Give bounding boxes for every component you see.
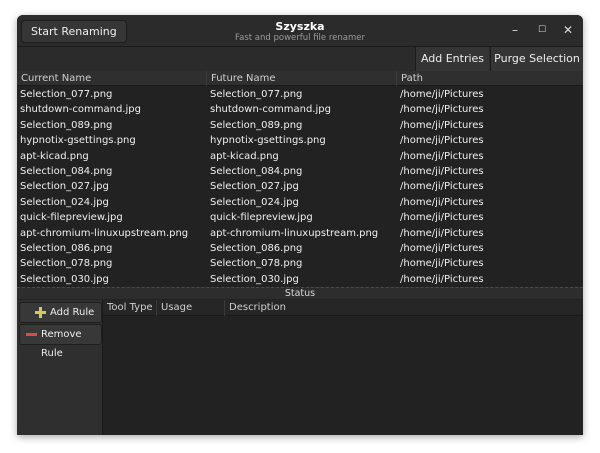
table-row[interactable]: Selection_024.jpg Selection_024.jpg/home/… [17, 195, 583, 210]
current-name-cell: Selection_030.jpg [20, 273, 109, 285]
remove-rule-button[interactable]: Remove Rule [19, 324, 102, 359]
current-name-cell: Selection_024.jpg [20, 196, 109, 208]
add-entries-button[interactable]: Add Entries [415, 47, 489, 71]
table-row[interactable]: shutdown-command.jpg shutdown-command.jpg… [17, 102, 583, 117]
column-tool-type[interactable]: Tool Type [103, 300, 157, 316]
future-name-cell: apt-kicad.png [210, 150, 279, 162]
future-name-cell: Selection_078.png [210, 258, 303, 270]
current-name-cell: Selection_086.png [20, 242, 113, 254]
current-name-cell: Selection_077.png [20, 89, 113, 100]
plus-icon [35, 307, 46, 318]
path-cell: /home/ji/Pictures [400, 181, 484, 193]
path-cell: /home/ji/Pictures [400, 104, 484, 116]
column-description[interactable]: Description [225, 300, 583, 316]
add-rule-button[interactable]: Add Rule [19, 302, 102, 323]
future-name-cell: shutdown-command.jpg [210, 104, 331, 116]
files-table: Selection_077.png Selection_077.png/home/… [17, 87, 583, 287]
path-cell: /home/ji/Pictures [400, 273, 484, 285]
table-row[interactable]: Selection_030.jpg Selection_030.jpg/home/… [17, 272, 583, 287]
current-name-cell: Selection_084.png [20, 165, 113, 177]
future-name-cell: Selection_084.png [210, 165, 303, 177]
table-row[interactable]: Selection_077.png Selection_077.png/home/… [17, 87, 583, 102]
path-cell: /home/ji/Pictures [400, 242, 484, 254]
toolbar: Add Entries Purge Selection [17, 47, 583, 71]
column-future-name[interactable]: Future Name [207, 71, 397, 86]
current-name-cell: quick-filepreview.jpg [20, 212, 123, 224]
future-name-cell: apt-chromium-linuxupstream.png [210, 227, 379, 239]
future-name-cell: Selection_089.png [210, 119, 303, 131]
status-bar: Status [17, 287, 583, 299]
close-icon[interactable]: ✕ [561, 23, 575, 37]
current-name-cell: shutdown-command.jpg [20, 104, 141, 116]
column-usage-name[interactable]: Usage Name [157, 300, 225, 329]
column-path[interactable]: Path [397, 71, 583, 86]
table-row[interactable]: apt-kicad.png apt-kicad.png/home/ji/Pictu… [17, 149, 583, 164]
purge-selection-button[interactable]: Purge Selection [490, 47, 583, 71]
current-name-cell: Selection_089.png [20, 119, 113, 131]
future-name-cell: Selection_024.jpg [210, 196, 299, 208]
path-cell: /home/ji/Pictures [400, 165, 484, 177]
table-row[interactable]: apt-chromium-linuxupstream.png apt-chromi… [17, 226, 583, 241]
table-row[interactable]: Selection_089.png Selection_089.png/home/… [17, 118, 583, 133]
path-cell: /home/ji/Pictures [400, 196, 484, 208]
column-current-name[interactable]: Current Name [17, 71, 207, 86]
current-name-cell: apt-chromium-linuxupstream.png [20, 227, 189, 239]
future-name-cell: Selection_030.jpg [210, 273, 299, 285]
window-title: Szyszka [275, 20, 325, 33]
path-cell: /home/ji/Pictures [400, 119, 484, 131]
current-name-cell: Selection_027.jpg [20, 181, 109, 193]
table-row[interactable]: quick-filepreview.jpg quick-filepreview.j… [17, 210, 583, 225]
files-table-header: Current Name Future Name Path [17, 71, 583, 86]
future-name-cell: Selection_086.png [210, 242, 303, 254]
maximize-icon[interactable]: ☐ [535, 23, 549, 37]
rules-table-header: Tool Type Usage Name Description [103, 300, 583, 329]
future-name-cell: hypnotix-gsettings.png [210, 135, 326, 147]
rules-table [103, 317, 583, 435]
future-name-cell: Selection_077.png [210, 89, 303, 100]
remove-rule-label: Remove Rule [41, 329, 82, 359]
add-rule-label: Add Rule [50, 307, 95, 318]
minus-icon [26, 333, 37, 336]
minimize-icon[interactable]: – [508, 23, 522, 37]
path-cell: /home/ji/Pictures [400, 89, 484, 100]
current-name-cell: Selection_078.png [20, 258, 113, 270]
table-row[interactable]: hypnotix-gsettings.png hypnotix-gsettings… [17, 133, 583, 148]
window-subtitle: Fast and powerful file renamer [235, 33, 365, 43]
app-window: Start Renaming Szyszka Fast and powerful… [17, 15, 583, 435]
table-row[interactable]: Selection_086.png Selection_086.png/home/… [17, 241, 583, 256]
title-bar: Start Renaming Szyszka Fast and powerful… [17, 15, 583, 47]
path-cell: /home/ji/Pictures [400, 150, 484, 162]
current-name-cell: apt-kicad.png [20, 150, 89, 162]
current-name-cell: hypnotix-gsettings.png [20, 135, 136, 147]
table-row[interactable]: Selection_084.png Selection_084.png/home/… [17, 164, 583, 179]
path-cell: /home/ji/Pictures [400, 258, 484, 270]
path-cell: /home/ji/Pictures [400, 135, 484, 147]
table-row[interactable]: Selection_078.png Selection_078.png/home/… [17, 256, 583, 271]
path-cell: /home/ji/Pictures [400, 212, 484, 224]
table-row[interactable]: Selection_027.jpg Selection_027.jpg/home/… [17, 179, 583, 194]
future-name-cell: quick-filepreview.jpg [210, 212, 313, 224]
rule-buttons-panel: Add Rule Remove Rule [17, 300, 103, 435]
future-name-cell: Selection_027.jpg [210, 181, 299, 193]
path-cell: /home/ji/Pictures [400, 227, 484, 239]
